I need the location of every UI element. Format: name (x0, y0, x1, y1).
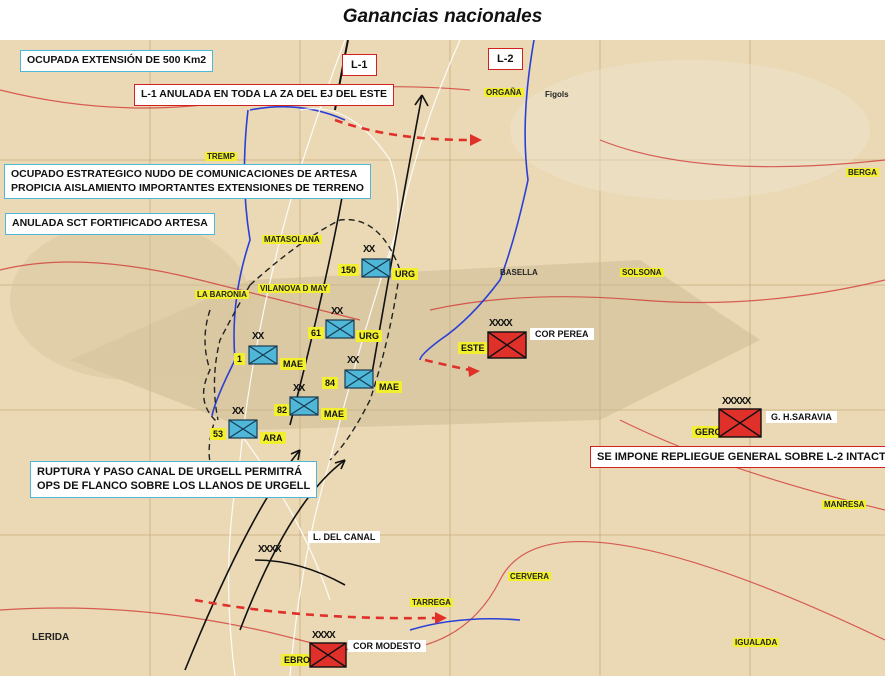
town-basella: BASELLA (500, 268, 538, 277)
unit-84-number: 84 (322, 377, 339, 389)
enemy-modesto-echelon: XXXX (312, 630, 336, 641)
unit-82-echelon: XX (293, 383, 305, 394)
note-communications-node: OCUPADO ESTRATEGICO NUDO DE COMUNICACION… (4, 164, 371, 200)
town-organa: ORGAÑA (484, 88, 524, 97)
unit-1-echelon: XX (252, 331, 264, 342)
town-figols: Figols (545, 90, 569, 99)
enemy-perea-echelon: XXXX (489, 318, 513, 329)
enemy-perea-name: COR PEREA (530, 328, 594, 340)
note-canal-line-1: RUPTURA Y PASO CANAL DE URGELL PERMITRÁ (37, 466, 303, 478)
infantry-icon (289, 396, 319, 416)
town-vilanova: VILANOVA D MAY (258, 284, 330, 293)
map-title: Ganancias nacionales (342, 6, 543, 27)
map-graphics (0, 40, 885, 676)
note-communications-line-1: OCUPADO ESTRATEGICO NUDO DE COMUNICACION… (11, 168, 358, 180)
town-cervera: CERVERA (508, 572, 551, 581)
unit-150-echelon: XX (363, 244, 375, 255)
infantry-icon (361, 258, 391, 278)
note-general-retreat: SE IMPONE REPLIEGUE GENERAL SOBRE L-2 IN… (590, 446, 885, 469)
unit-61-echelon: XX (331, 306, 343, 317)
note-canal-rupture: RUPTURA Y PASO CANAL DE URGELL PERMITRÁ … (30, 461, 318, 498)
operations-map: ORGAÑA TREMP BERGA MATASOLANA LA BARONIA… (0, 40, 885, 676)
enemy-army-icon (487, 331, 527, 359)
unit-82-corps: MAE (321, 408, 347, 420)
town-manresa: MANRESA (822, 500, 867, 509)
unit-1-number: 1 (234, 353, 246, 365)
unit-61-number: 61 (308, 327, 325, 339)
town-matasolana: MATASOLANA (262, 235, 322, 244)
unit-61-corps: URG (356, 330, 382, 342)
unit-53-echelon: XX (232, 406, 244, 417)
enemy-modesto-name: COR MODESTO (348, 640, 426, 652)
enemy-perea-tag: ESTE (458, 342, 488, 354)
infantry-icon (228, 419, 258, 439)
unit-84-corps: MAE (376, 381, 402, 393)
infantry-icon (248, 345, 278, 365)
line-l1-label: L-1 (342, 54, 377, 77)
note-canal-line-2: OPS DE FLANCO SOBRE LOS LLANOS DE URGELL (37, 480, 311, 493)
town-la-baronia: LA BARONIA (195, 290, 249, 299)
note-sct-annulled: ANULADA SCT FORTIFICADO ARTESA (5, 213, 215, 235)
town-tremp: TREMP (205, 152, 237, 161)
enemy-saravia-name: G. H.SARAVIA (766, 411, 837, 423)
note-l1-annulled: L-1 ANULADA EN TODA LA ZA DEL EJ DEL EST… (134, 84, 394, 106)
unit-150-corps: URG (392, 268, 418, 280)
town-berga: BERGA (846, 168, 879, 177)
infantry-icon (325, 319, 355, 339)
infantry-icon (344, 369, 374, 389)
town-tarrega: TARREGA (410, 598, 453, 607)
canal-echelon: XXXX (258, 544, 282, 555)
note-area-occupied: OCUPADA EXTENSIÓN DE 500 Km2 (20, 50, 214, 72)
enemy-saravia-echelon: XXXXX (722, 396, 751, 407)
unit-53-number: 53 (210, 428, 227, 440)
town-igualada: IGUALADA (733, 638, 780, 647)
canal-line-label: L. DEL CANAL (308, 531, 381, 543)
note-communications-line-2: PROPICIA AISLAMIENTO IMPORTANTES EXTENSI… (11, 181, 364, 194)
unit-82-number: 82 (274, 404, 291, 416)
town-solsona: SOLSONA (620, 268, 664, 277)
terrain-shading (10, 60, 870, 430)
town-lerida: LERIDA (32, 632, 70, 643)
unit-53-corps: ARA (260, 432, 286, 444)
enemy-army-group-icon (718, 408, 762, 438)
line-l2-label: L-2 (488, 48, 523, 71)
unit-150-number: 150 (338, 264, 360, 276)
unit-1-corps: MAE (280, 358, 306, 370)
enemy-army-icon (309, 642, 347, 668)
unit-84-echelon: XX (347, 355, 359, 366)
